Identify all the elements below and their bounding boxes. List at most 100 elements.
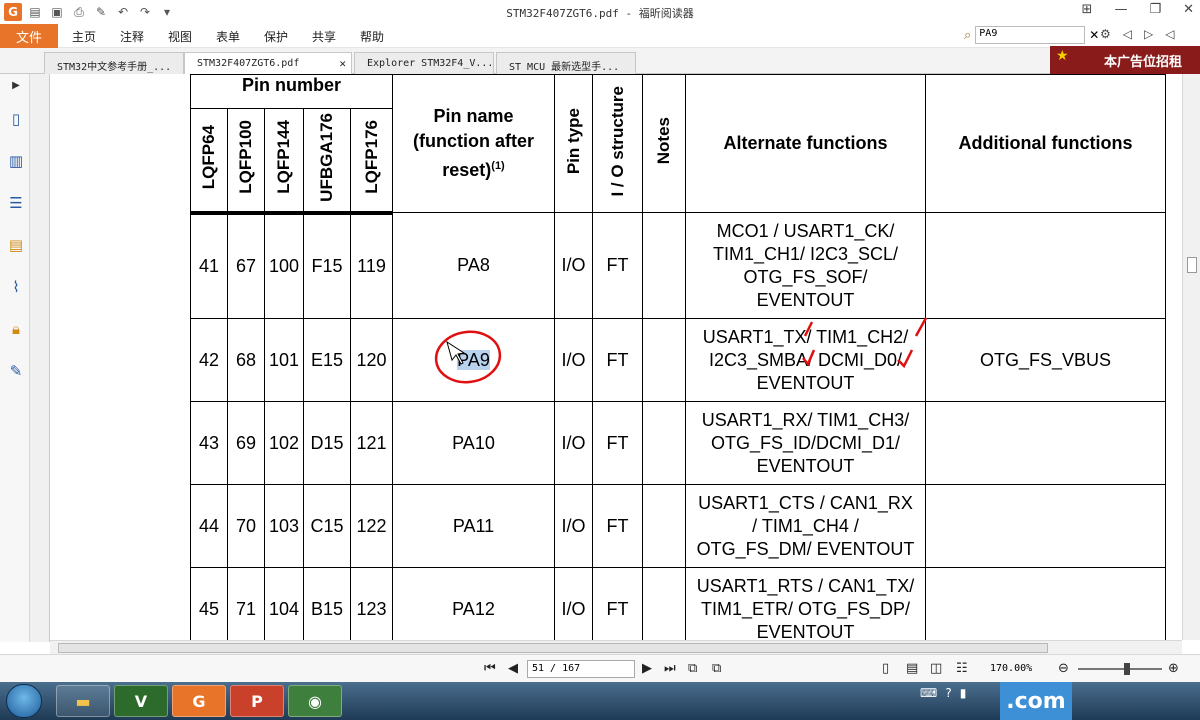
clear-search-icon[interactable]: ✕ <box>1089 28 1099 42</box>
tab-label: STM32F407ZGT6.pdf <box>197 58 300 69</box>
first-page-icon[interactable]: ⏮ <box>484 661 496 676</box>
menu-protect[interactable]: 保护 <box>264 28 312 45</box>
menu-form[interactable]: 表单 <box>216 28 264 45</box>
window-title: STM32F407ZGT6.pdf - 福昕阅读器 <box>506 7 694 20</box>
pin-ufbga176: E15 <box>303 318 351 402</box>
pin-name: PA11 <box>392 484 555 568</box>
zoom-out-icon[interactable]: ⊖ <box>1058 661 1069 676</box>
continuous-facing-icon[interactable]: ☷ <box>956 661 968 676</box>
additional-functions: OTG_FS_VBUS <box>925 318 1166 402</box>
page-number-input[interactable]: 51 / 167 <box>527 660 635 678</box>
package-label: LQFP176 <box>361 120 381 195</box>
search-input[interactable]: PA9 <box>975 26 1086 44</box>
page-thumbnail-icon[interactable]: ▯ <box>6 110 26 130</box>
next-view-icon[interactable]: ⧉ <box>712 661 721 676</box>
pin-lqfp64: 42 <box>190 318 228 402</box>
last-page-icon[interactable]: ⏭ <box>664 661 676 676</box>
title-bar: G ▤ ▣ ⎙ ✎ ↶ ↷ ▾ STM32F407ZGT6.pdf - 福昕阅读… <box>0 0 1200 24</box>
notes-cell <box>642 567 686 640</box>
tab-st-mcu[interactable]: ST MCU 最新选型手... <box>496 52 636 74</box>
pin-ufbga176: D15 <box>303 401 351 485</box>
keil-taskbar-icon[interactable]: V <box>114 685 168 717</box>
menu-view[interactable]: 视图 <box>168 28 216 45</box>
zoom-slider[interactable] <box>1078 663 1162 675</box>
continuous-icon[interactable]: ▤ <box>906 661 918 676</box>
comments-icon[interactable]: ▤ <box>6 236 26 256</box>
scroll-thumb[interactable] <box>58 643 1048 653</box>
network-icon[interactable]: ▮ <box>960 686 967 700</box>
prev-page-icon[interactable]: ◀ <box>508 661 518 676</box>
foxit-taskbar-icon[interactable]: G <box>172 685 226 717</box>
minimize-icon[interactable]: — <box>1114 2 1127 17</box>
search-settings-icon[interactable]: ⚙ <box>1100 27 1111 41</box>
ad-banner[interactable]: ★ 本广告位招租 <box>1050 46 1200 74</box>
maximize-icon[interactable]: ❐ <box>1149 2 1161 17</box>
facing-icon[interactable]: ◫ <box>930 661 942 676</box>
ad-text: 本广告位招租 <box>1103 54 1182 70</box>
alt-line: OTG_FS_SOF/ <box>743 266 868 287</box>
scroll-thumb[interactable] <box>1187 257 1197 273</box>
alt-line: USART1_RTS / CAN1_TX/ <box>696 575 915 596</box>
menu-share[interactable]: 共享 <box>312 28 360 45</box>
document-view: Pin number Pin name (function after rese… <box>50 74 1182 640</box>
alternate-functions: USART1_TX/ TIM1_CH2/ I2C3_SMBA/ DCMI_D0/… <box>685 318 926 402</box>
help-icon[interactable]: ? <box>945 686 951 700</box>
pages-icon[interactable]: ▥ <box>6 152 26 172</box>
pin-lqfp64: 41 <box>190 212 228 319</box>
pin-name: PA10 <box>392 401 555 485</box>
explorer-taskbar-icon[interactable]: ▬ <box>56 685 110 717</box>
layers-icon[interactable]: ☰ <box>6 194 26 214</box>
pin-type-header: Pin type <box>554 74 593 213</box>
powerpoint-taskbar-icon[interactable]: P <box>230 685 284 717</box>
next-result-icon[interactable]: ▷ <box>1144 27 1153 41</box>
additional-functions-header: Additional functions <box>925 74 1166 213</box>
collapse-icon[interactable]: ◁ <box>1165 27 1174 41</box>
zoom-level[interactable]: 170.00% <box>990 663 1032 674</box>
zoom-in-icon[interactable]: ⊕ <box>1168 661 1179 676</box>
lock-icon[interactable]: 🔒︎ <box>6 320 26 340</box>
additional-functions <box>925 212 1166 319</box>
tab-reference-manual[interactable]: STM32中文参考手册_... <box>44 52 184 74</box>
horizontal-scrollbar[interactable] <box>50 640 1182 654</box>
expand-panel-icon[interactable]: ▶ <box>6 80 26 100</box>
close-tab-icon[interactable]: ✕ <box>339 57 346 70</box>
file-menu-button[interactable]: 文件 <box>0 24 58 48</box>
signature-icon[interactable]: ✎ <box>6 362 26 382</box>
menu-help[interactable]: 帮助 <box>360 28 408 45</box>
tab-explorer[interactable]: Explorer STM32F4_V... <box>354 52 494 74</box>
package-label: LQFP64 <box>199 125 218 190</box>
alt-line: EVENTOUT <box>756 455 855 476</box>
package-label: LQFP100 <box>236 120 255 195</box>
notes-cell <box>642 318 686 402</box>
pin-lqfp144: 103 <box>264 484 304 568</box>
notes-label: Notes <box>654 117 673 165</box>
io-structure-header: I / O structure <box>592 74 643 213</box>
notes-header: Notes <box>642 74 686 213</box>
watermark-overlay: .com <box>1000 682 1072 720</box>
previous-view-icon[interactable]: ⧉ <box>688 661 697 676</box>
tab-stm32f407zgt6[interactable]: STM32F407ZGT6.pdf ✕ <box>184 52 352 74</box>
vertical-scrollbar[interactable] <box>1182 74 1200 640</box>
keyboard-icon[interactable]: ⌨ <box>920 686 937 700</box>
zoom-slider-knob[interactable] <box>1124 663 1130 675</box>
tab-label: ST MCU 最新选型手... <box>509 62 620 73</box>
pin-lqfp100: 68 <box>227 318 265 402</box>
io-structure: FT <box>592 401 643 485</box>
single-page-icon[interactable]: ▯ <box>882 661 889 676</box>
pin-lqfp144: 102 <box>264 401 304 485</box>
menu-comment[interactable]: 注释 <box>120 28 168 45</box>
menu-home[interactable]: 主页 <box>72 28 120 45</box>
pin-lqfp176: 120 <box>350 318 393 402</box>
pin-name-highlighted[interactable]: PA9 <box>392 318 555 402</box>
app-taskbar-icon[interactable]: ◉ <box>288 685 342 717</box>
pin-name-line3: reset) <box>442 160 492 180</box>
additional-functions <box>925 401 1166 485</box>
pin-lqfp176: 123 <box>350 567 393 640</box>
start-button[interactable] <box>6 684 42 718</box>
next-page-icon[interactable]: ▶ <box>642 661 652 676</box>
close-icon[interactable]: ✕ <box>1183 2 1194 17</box>
ribbon-toggle-icon[interactable]: ⊞ <box>1082 2 1093 17</box>
attachment-icon[interactable]: ⌇ <box>6 278 26 298</box>
io-structure-label: I / O structure <box>607 85 627 197</box>
prev-result-icon[interactable]: ◁ <box>1123 27 1132 41</box>
